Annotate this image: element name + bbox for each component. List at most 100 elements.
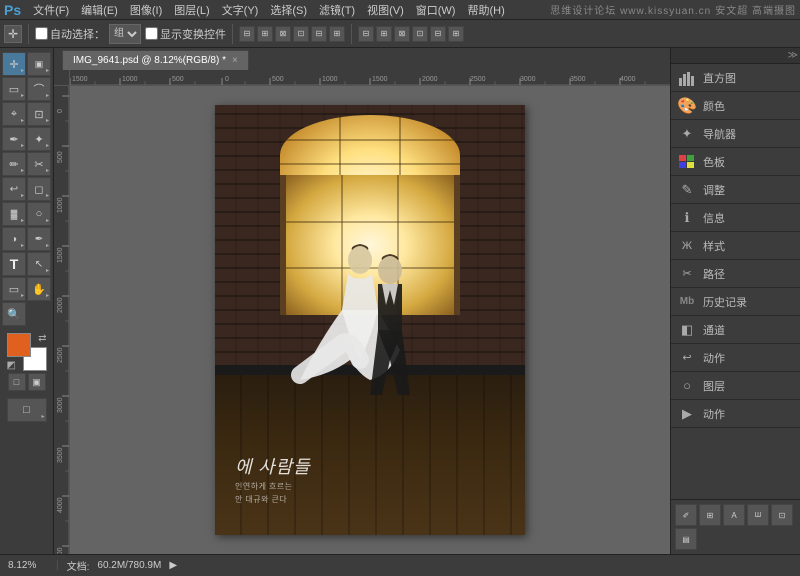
- svg-text:1500: 1500: [57, 247, 64, 263]
- fg-color-swatch[interactable]: [7, 333, 31, 357]
- menu-file[interactable]: 文件(F): [27, 0, 75, 20]
- align-bottom-icon[interactable]: ⊞: [329, 26, 345, 42]
- svg-text:4000: 4000: [620, 76, 636, 83]
- tool-row-1: ✛▸ ▣▸: [2, 52, 51, 76]
- lasso-tool[interactable]: ⌒▸: [27, 77, 51, 101]
- text-tool[interactable]: T: [2, 252, 26, 276]
- panel-item-info[interactable]: ℹ 信息: [671, 204, 800, 232]
- menu-edit[interactable]: 编辑(E): [75, 0, 124, 20]
- crop-tool[interactable]: ⊡▸: [27, 102, 51, 126]
- panel-item-paths[interactable]: ✂ 路径: [671, 260, 800, 288]
- path-select-tool[interactable]: ↖▸: [27, 252, 51, 276]
- watermark-author: 安文超 高端摄图: [715, 2, 796, 17]
- bottom-tool-2[interactable]: ⊞: [699, 504, 721, 526]
- tab-bar: IMG_9641.psd @ 8.12%(RGB/8) * ×: [54, 48, 670, 70]
- fg-bg-swatches: ⇄ ◩: [7, 333, 47, 371]
- menu-layer[interactable]: 图层(L): [168, 0, 215, 20]
- menu-filter[interactable]: 滤镜(T): [313, 0, 361, 20]
- panel-item-history[interactable]: ↩ 动作: [671, 344, 800, 372]
- distribute-bottom-icon[interactable]: ⊞: [448, 26, 464, 42]
- auto-select-checkbox[interactable]: 自动选择：: [35, 26, 105, 42]
- panel-item-layers[interactable]: ◧ 通道: [671, 316, 800, 344]
- move-tool[interactable]: ✛▸: [2, 52, 26, 76]
- gradient-tool[interactable]: ▓▸: [2, 202, 26, 226]
- menu-help[interactable]: 帮助(H): [461, 0, 510, 20]
- history-brush-tool[interactable]: ↩▸: [2, 177, 26, 201]
- marquee-tool[interactable]: ▭▸: [2, 77, 26, 101]
- transform-checkbox[interactable]: 显示变换控件: [145, 26, 226, 42]
- tool-row-4: ✒▸ ✦▸: [2, 127, 51, 151]
- healing-tool[interactable]: ✦▸: [27, 127, 51, 151]
- right-panel-bottom-tools: ✐ ⊞ A Ш ⊡ ▤: [671, 499, 800, 554]
- align-left-icon[interactable]: ⊟: [239, 26, 255, 42]
- pen-tool[interactable]: ✒▸: [27, 227, 51, 251]
- switch-colors-icon[interactable]: ⇄: [38, 333, 46, 344]
- distribute-left-icon[interactable]: ⊟: [358, 26, 374, 42]
- swatches-label: 色板: [703, 154, 725, 170]
- panel-expand-btn[interactable]: ≫: [788, 50, 798, 61]
- align-center-v-icon[interactable]: ⊟: [311, 26, 327, 42]
- blur-tool[interactable]: ○▸: [27, 202, 51, 226]
- distribute-right-icon[interactable]: ⊠: [394, 26, 410, 42]
- panel-item-channels[interactable]: ○ 图层: [671, 372, 800, 400]
- toolbar-divider-1: [28, 24, 29, 44]
- distribute-top-icon[interactable]: ⊡: [412, 26, 428, 42]
- tab-close-btn[interactable]: ×: [232, 55, 238, 66]
- paths-label: 路径: [703, 266, 725, 282]
- menu-select[interactable]: 选择(S): [264, 0, 313, 20]
- document-tab[interactable]: IMG_9641.psd @ 8.12%(RGB/8) * ×: [62, 50, 249, 70]
- menu-image[interactable]: 图像(I): [124, 0, 168, 20]
- quick-select-tool[interactable]: ⌖▸: [2, 102, 26, 126]
- info-icon: ℹ: [677, 208, 697, 228]
- screen-mode-btn[interactable]: □▸: [7, 398, 47, 422]
- panel-item-swatches[interactable]: 色板: [671, 148, 800, 176]
- shape-tool[interactable]: ▭▸: [2, 277, 26, 301]
- canvas-scroll[interactable]: 에 사람들 인연하게 흐르는 안 대규와 큰다: [70, 86, 670, 554]
- panel-item-mb[interactable]: Mb 历史记录: [671, 288, 800, 316]
- distribute-h-icon[interactable]: ⊞: [376, 26, 392, 42]
- quick-mask-btn[interactable]: ▣: [28, 373, 46, 391]
- photo-title: 에 사람들: [235, 453, 311, 479]
- distribute-v-icon[interactable]: ⊟: [430, 26, 446, 42]
- menu-view[interactable]: 视图(V): [361, 0, 410, 20]
- bottom-tool-5[interactable]: ⊡: [771, 504, 793, 526]
- ruler-left: 0 500 1000 1500 2000 2500 3000 3500 4000…: [54, 86, 70, 554]
- menu-right: 思维设计论坛 www.kissyuan.cn 安文超 高端摄图: [550, 2, 796, 17]
- bottom-tool-3[interactable]: A: [723, 504, 745, 526]
- default-colors-icon[interactable]: ◩: [7, 360, 16, 371]
- navigator-icon: ✦: [677, 124, 697, 144]
- hand-tool[interactable]: ✋▸: [27, 277, 51, 301]
- svg-text:2500: 2500: [57, 347, 64, 363]
- panel-item-navigator[interactable]: ✦ 导航器: [671, 120, 800, 148]
- menu-text[interactable]: 文字(Y): [216, 0, 265, 20]
- bottom-tool-6[interactable]: ▤: [675, 528, 697, 550]
- align-right-icon[interactable]: ⊠: [275, 26, 291, 42]
- menu-window[interactable]: 窗口(W): [410, 0, 462, 20]
- align-top-icon[interactable]: ⊡: [293, 26, 309, 42]
- transform-input[interactable]: [145, 27, 158, 40]
- eraser-tool[interactable]: ◻▸: [27, 177, 51, 201]
- panel-item-color[interactable]: 🎨 颜色: [671, 92, 800, 120]
- panel-item-histogram[interactable]: 直方图: [671, 64, 800, 92]
- auto-select-dropdown[interactable]: 组: [109, 24, 141, 44]
- bottom-tool-4[interactable]: Ш: [747, 504, 769, 526]
- zoom-tool[interactable]: 🔍: [2, 302, 26, 326]
- bottom-tool-1[interactable]: ✐: [675, 504, 697, 526]
- panel-item-adjustments[interactable]: ✎ 调整: [671, 176, 800, 204]
- align-center-h-icon[interactable]: ⊞: [257, 26, 273, 42]
- svg-text:1000: 1000: [122, 76, 138, 83]
- svg-text:500: 500: [57, 151, 64, 163]
- navigator-label: 导航器: [703, 126, 736, 142]
- status-arrow-btn[interactable]: ▶: [169, 560, 177, 571]
- eyedropper-tool[interactable]: ✒▸: [2, 127, 26, 151]
- clone-tool[interactable]: ✂▸: [27, 152, 51, 176]
- artboard-tool[interactable]: ▣▸: [27, 52, 51, 76]
- brush-tool[interactable]: ✏▸: [2, 152, 26, 176]
- auto-select-input[interactable]: [35, 27, 48, 40]
- dodge-tool[interactable]: ◑▸: [2, 227, 26, 251]
- standard-mode-btn[interactable]: □: [8, 373, 26, 391]
- panel-item-actions[interactable]: ▶ 动作: [671, 400, 800, 428]
- ruler-left-svg: 0 500 1000 1500 2000 2500 3000 3500 4000…: [54, 86, 70, 554]
- panel-item-styles[interactable]: Ж 样式: [671, 232, 800, 260]
- move-tool-icon[interactable]: ✛: [4, 25, 22, 43]
